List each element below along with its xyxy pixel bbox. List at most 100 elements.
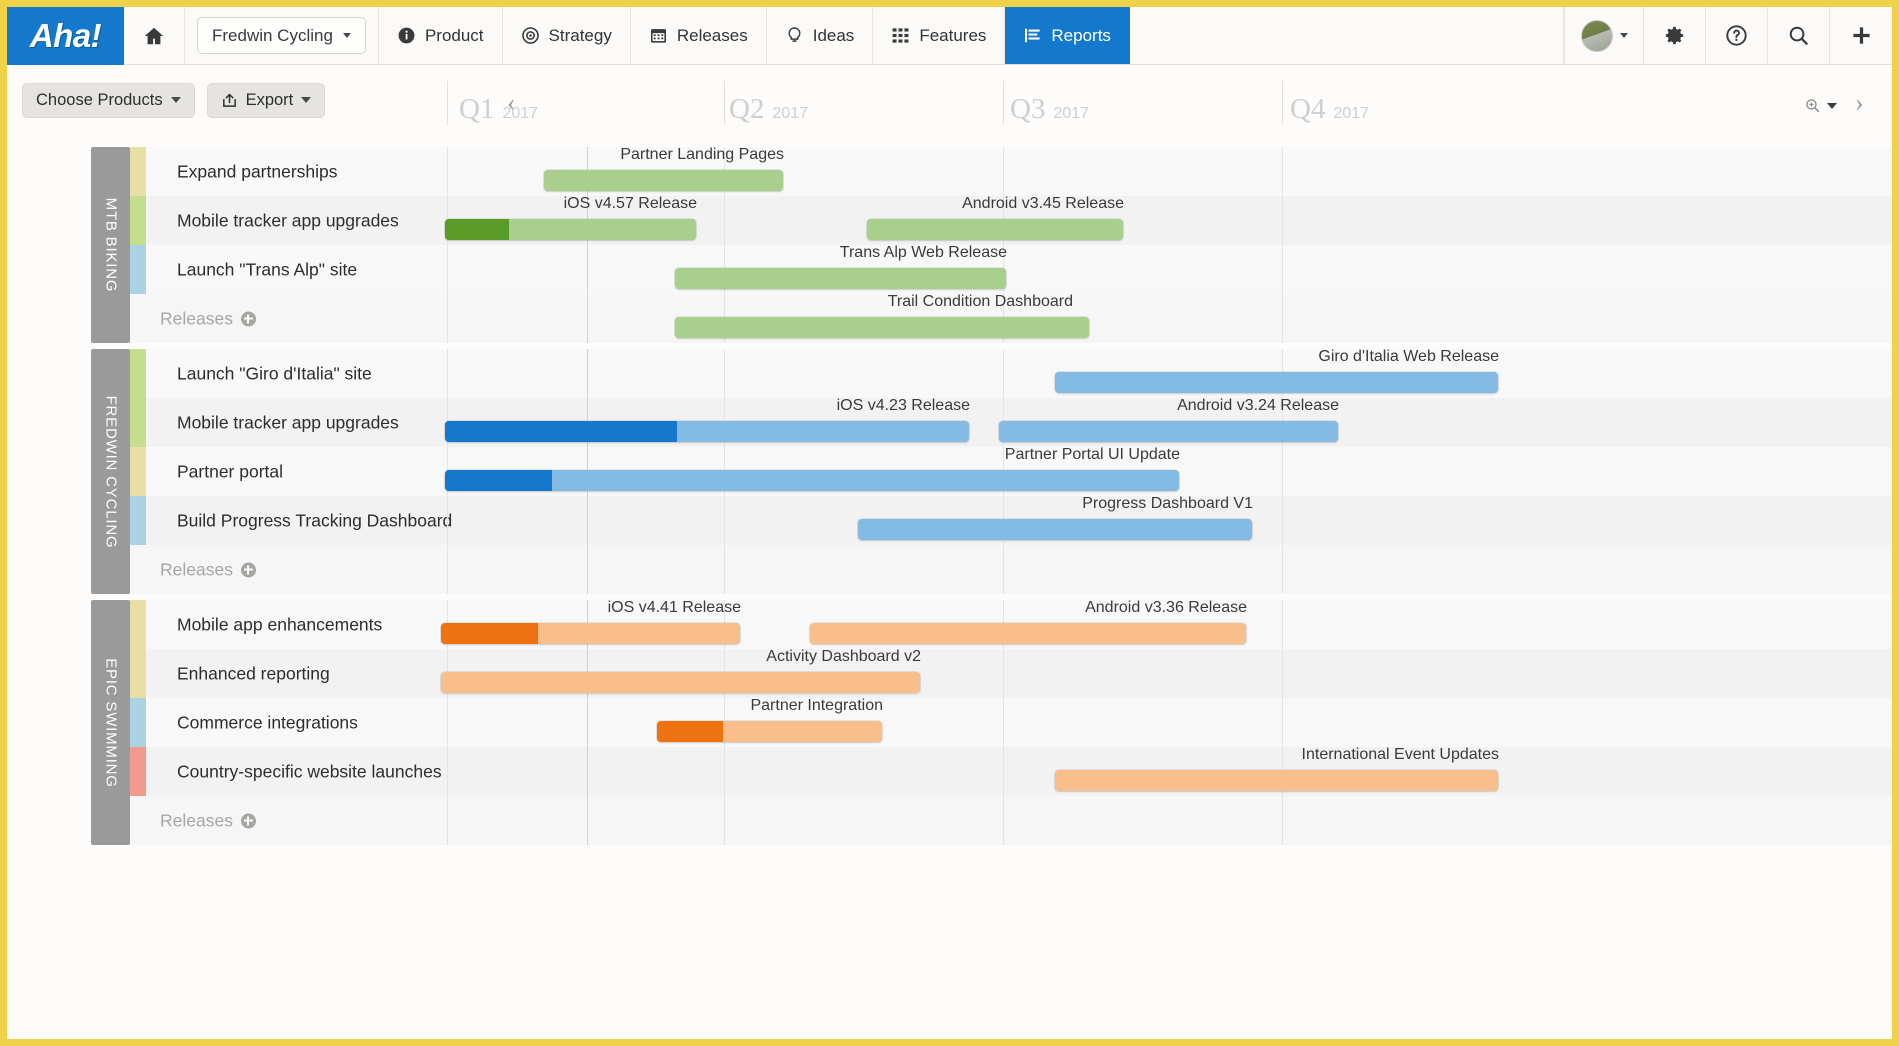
gantt-bar-label: Partner Portal UI Update	[1004, 445, 1180, 463]
timeline-lane[interactable]: iOS v4.41 Release Android v3.36 Release	[441, 598, 1892, 649]
nav-item-product-label: Product	[424, 25, 484, 45]
plus-circle-icon[interactable]	[240, 562, 256, 577]
gantt-bar-label: Partner Landing Pages	[620, 145, 784, 163]
product-selector[interactable]: Fredwin Cycling	[185, 7, 379, 64]
settings-button[interactable]	[1644, 7, 1706, 64]
gantt-bar[interactable]	[999, 420, 1338, 442]
table-row[interactable]: Commerce integrations Partner Integration	[130, 696, 1892, 747]
releases-row[interactable]: Releases	[130, 545, 1892, 594]
gantt-bar[interactable]	[675, 316, 1089, 338]
row-label: Enhanced reporting	[177, 663, 330, 683]
chevron-down-icon[interactable]	[1827, 102, 1837, 109]
product-group-tab[interactable]: FREDWIN CYCLING	[91, 349, 130, 594]
gantt-bar[interactable]	[441, 622, 740, 644]
aha-logo[interactable]: Aha!	[7, 7, 124, 65]
nav-item-product[interactable]: Product	[379, 7, 503, 64]
releases-row[interactable]: Releases Trail Condition Dashboard	[130, 292, 1892, 343]
row-label: Mobile tracker app upgrades	[177, 210, 399, 230]
nav-item-releases[interactable]: Releases	[631, 7, 767, 64]
gantt-bar[interactable]	[445, 420, 969, 442]
gantt-bar[interactable]	[675, 267, 1006, 289]
choose-products-button[interactable]: Choose Products	[22, 82, 195, 118]
nav-item-ideas[interactable]: Ideas	[767, 7, 874, 64]
table-row[interactable]: Build Progress Tracking Dashboard Progres…	[130, 495, 1892, 545]
gantt-bar-label: Activity Dashboard v2	[766, 647, 921, 665]
table-row[interactable]: Launch "Giro d'Italia" site Giro d'Italia…	[130, 348, 1892, 398]
product-group-tab[interactable]: MTB BIKING	[91, 147, 130, 343]
product-group-tab[interactable]: EPIC SWIMMING	[91, 600, 130, 845]
group-rows: Expand partnerships Partner Landing Pages…	[130, 145, 1892, 343]
gantt-bar[interactable]	[441, 671, 920, 693]
gantt-bar[interactable]	[657, 720, 882, 742]
timeline-lane[interactable]: Trail Condition Dashboard	[447, 292, 1892, 343]
gantt-bar[interactable]	[810, 622, 1246, 644]
user-menu[interactable]	[1564, 7, 1644, 64]
gantt-bar-label: Android v3.45 Release	[962, 194, 1124, 212]
timeline-lane[interactable]: Progress Dashboard V1	[447, 495, 1892, 545]
quarter-gridline	[1282, 600, 1283, 649]
quarter-gridline	[724, 796, 725, 845]
gantt-bar-label: Trans Alp Web Release	[839, 243, 1007, 261]
nav-item-features[interactable]: Features	[873, 7, 1006, 64]
table-row[interactable]: Partner portal Partner Portal UI Update	[130, 445, 1892, 496]
quarter-gridline	[1003, 796, 1004, 845]
top-navigation-bar: Aha! Fredwin Cycling Product Strategy Re…	[7, 7, 1892, 65]
gantt-bar[interactable]	[1055, 769, 1498, 791]
product-group: FREDWIN CYCLING Launch "Giro d'Italia" si…	[91, 348, 1892, 594]
quarter-gridline	[447, 747, 448, 796]
timeline-lane[interactable]: Trans Alp Web Release	[447, 243, 1892, 294]
timeline-lane[interactable]: Partner Integration	[447, 696, 1892, 747]
timeline-lane[interactable]: Activity Dashboard v2	[441, 647, 1892, 698]
table-row[interactable]: Country-specific website launches Interna…	[130, 746, 1892, 796]
quarter-gridline	[447, 294, 448, 343]
table-row[interactable]: Expand partnerships Partner Landing Pages	[130, 145, 1892, 196]
table-row[interactable]: Enhanced reporting Activity Dashboard v2	[130, 647, 1892, 698]
nav-item-strategy[interactable]: Strategy	[503, 7, 631, 64]
report-lines-icon	[1023, 26, 1042, 45]
row-label: Build Progress Tracking Dashboard	[177, 510, 453, 530]
gantt-bar-label: Android v3.36 Release	[1085, 598, 1247, 616]
product-group-label: FREDWIN CYCLING	[102, 395, 119, 548]
export-button[interactable]: Export	[206, 82, 326, 118]
timeline-lane[interactable]: Partner Portal UI Update	[445, 445, 1892, 496]
timeline-lane[interactable]: International Event Updates	[447, 746, 1892, 796]
gantt-bar[interactable]	[858, 518, 1252, 540]
nav-spacer	[1130, 7, 1564, 64]
gantt-bar[interactable]	[445, 469, 1179, 491]
gantt-bar[interactable]	[1055, 371, 1498, 393]
table-row[interactable]: Mobile tracker app upgrades iOS v4.57 Rel…	[130, 194, 1892, 245]
help-button[interactable]	[1706, 7, 1768, 64]
gantt-bar-progress	[441, 622, 538, 644]
plus-circle-icon[interactable]	[240, 813, 256, 828]
nav-item-reports[interactable]: Reports	[1005, 7, 1130, 64]
nav-item-features-label: Features	[919, 25, 987, 45]
zoom-in-icon[interactable]	[1804, 97, 1821, 114]
quarter-gridline	[447, 796, 448, 845]
timeline-lane[interactable]	[447, 545, 1892, 594]
gantt-bar[interactable]	[445, 218, 696, 240]
timeline-lane[interactable]	[447, 796, 1892, 845]
timeline-lane[interactable]: Partner Landing Pages	[447, 145, 1892, 196]
table-row[interactable]: Mobile app enhancements iOS v4.41 Release…	[130, 598, 1892, 649]
releases-label: Releases	[160, 308, 256, 329]
table-row[interactable]: Launch "Trans Alp" site Trans Alp Web Rel…	[130, 243, 1892, 294]
gantt-bar-label: Trail Condition Dashboard	[887, 292, 1073, 310]
gantt-bar[interactable]	[867, 218, 1123, 240]
gantt-chart-body[interactable]: MTB BIKING Expand partnerships Partner Lan…	[7, 135, 1892, 1039]
gantt-bar-label: iOS v4.41 Release	[607, 598, 741, 616]
search-button[interactable]	[1768, 7, 1830, 64]
row-label: Launch "Giro d'Italia" site	[177, 363, 372, 383]
report-toolbar: Choose Products Export	[7, 65, 1892, 135]
timeline-lane[interactable]: Giro d'Italia Web Release	[447, 348, 1892, 398]
timeline-lane[interactable]: iOS v4.23 Release Android v3.24 Release	[445, 397, 1892, 447]
add-button[interactable]	[1830, 7, 1892, 64]
releases-row[interactable]: Releases	[130, 796, 1892, 845]
zoom-control[interactable]	[1804, 97, 1837, 114]
home-button[interactable]	[124, 7, 185, 64]
gantt-bar-label: Partner Integration	[750, 696, 883, 714]
gantt-bar[interactable]	[544, 169, 783, 191]
plus-circle-icon[interactable]	[240, 311, 256, 326]
releases-label: Releases	[160, 810, 256, 831]
table-row[interactable]: Mobile tracker app upgrades iOS v4.23 Rel…	[130, 397, 1892, 447]
timeline-lane[interactable]: iOS v4.57 Release Android v3.45 Release	[445, 194, 1892, 245]
